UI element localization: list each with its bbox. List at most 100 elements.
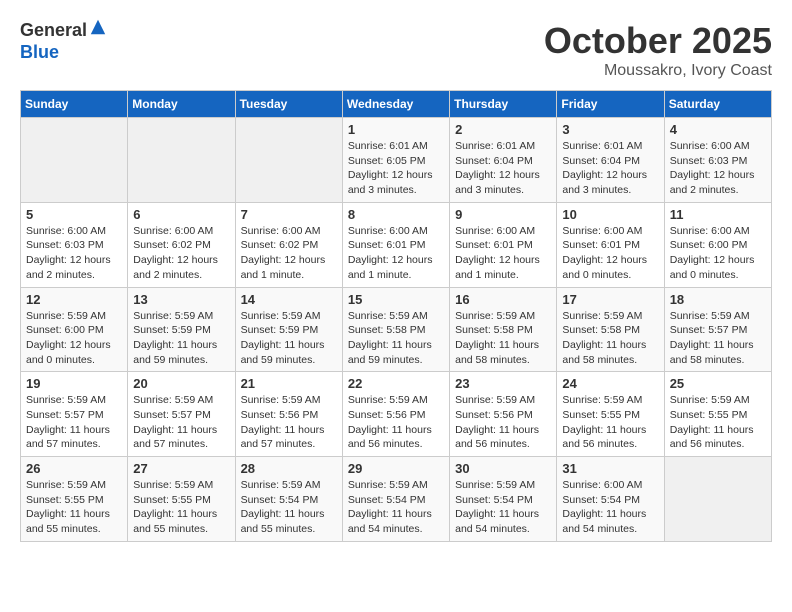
day-info: Sunrise: 5:59 AMSunset: 5:56 PMDaylight:… <box>241 393 337 452</box>
calendar-week-row: 26Sunrise: 5:59 AMSunset: 5:55 PMDayligh… <box>21 457 772 542</box>
day-info: Sunrise: 6:00 AMSunset: 5:54 PMDaylight:… <box>562 478 658 537</box>
calendar-cell <box>128 118 235 203</box>
day-number: 24 <box>562 376 658 391</box>
calendar-cell: 29 Sunrise: 5:59 AMSunset: 5:54 PMDayligh… <box>342 457 449 542</box>
day-info: Sunrise: 5:59 AMSunset: 5:56 PMDaylight:… <box>348 393 444 452</box>
weekday-header: Friday <box>557 91 664 118</box>
calendar-cell: 28Sunrise: 5:59 AMSunset: 5:54 PMDayligh… <box>235 457 342 542</box>
title-block: October 2025 Moussakro, Ivory Coast <box>544 20 772 80</box>
calendar-body: 1 Sunrise: 6:01 AMSunset: 6:05 PMDaylight… <box>21 118 772 542</box>
weekday-header: Monday <box>128 91 235 118</box>
day-number: 11 <box>670 207 766 222</box>
day-number: 16 <box>455 292 551 307</box>
day-info: Sunrise: 6:00 AMSunset: 6:00 PMDaylight:… <box>670 224 766 283</box>
calendar-cell <box>235 118 342 203</box>
day-info: Sunrise: 6:00 AMSunset: 6:01 PMDaylight:… <box>348 224 444 283</box>
logo-blue: Blue <box>20 42 59 62</box>
location-subtitle: Moussakro, Ivory Coast <box>544 62 772 80</box>
calendar-cell: 5 Sunrise: 6:00 AMSunset: 6:03 PMDaylight… <box>21 202 128 287</box>
day-number: 30 <box>455 461 551 476</box>
day-number: 12 <box>26 292 122 307</box>
month-title: October 2025 <box>544 20 772 62</box>
logo-general: General <box>20 20 87 40</box>
calendar-cell: 25 Sunrise: 5:59 AMSunset: 5:55 PMDayligh… <box>664 372 771 457</box>
day-info: Sunrise: 6:00 AMSunset: 6:02 PMDaylight:… <box>241 224 337 283</box>
day-number: 21 <box>241 376 337 391</box>
calendar-cell: 1 Sunrise: 6:01 AMSunset: 6:05 PMDaylight… <box>342 118 449 203</box>
day-info: Sunrise: 6:00 AMSunset: 6:01 PMDaylight:… <box>455 224 551 283</box>
calendar-cell: 27 Sunrise: 5:59 AMSunset: 5:55 PMDayligh… <box>128 457 235 542</box>
calendar-cell <box>21 118 128 203</box>
day-number: 4 <box>670 122 766 137</box>
calendar-cell: 18 Sunrise: 5:59 AMSunset: 5:57 PMDayligh… <box>664 287 771 372</box>
calendar-week-row: 1 Sunrise: 6:01 AMSunset: 6:05 PMDaylight… <box>21 118 772 203</box>
day-info: Sunrise: 5:59 AMSunset: 5:58 PMDaylight:… <box>348 309 444 368</box>
calendar-cell: 11 Sunrise: 6:00 AMSunset: 6:00 PMDayligh… <box>664 202 771 287</box>
calendar-cell: 8 Sunrise: 6:00 AMSunset: 6:01 PMDaylight… <box>342 202 449 287</box>
day-info: Sunrise: 5:59 AMSunset: 5:58 PMDaylight:… <box>562 309 658 368</box>
day-info: Sunrise: 5:59 AMSunset: 6:00 PMDaylight:… <box>26 309 122 368</box>
day-number: 9 <box>455 207 551 222</box>
day-number: 15 <box>348 292 444 307</box>
calendar-cell: 9 Sunrise: 6:00 AMSunset: 6:01 PMDaylight… <box>450 202 557 287</box>
day-info: Sunrise: 5:59 AMSunset: 5:54 PMDaylight:… <box>348 478 444 537</box>
calendar-cell: 23 Sunrise: 5:59 AMSunset: 5:56 PMDayligh… <box>450 372 557 457</box>
day-info: Sunrise: 6:00 AMSunset: 6:01 PMDaylight:… <box>562 224 658 283</box>
day-number: 29 <box>348 461 444 476</box>
calendar-cell: 10 Sunrise: 6:00 AMSunset: 6:01 PMDayligh… <box>557 202 664 287</box>
day-number: 1 <box>348 122 444 137</box>
calendar-cell: 16Sunrise: 5:59 AMSunset: 5:58 PMDayligh… <box>450 287 557 372</box>
day-number: 31 <box>562 461 658 476</box>
weekday-header: Tuesday <box>235 91 342 118</box>
day-number: 18 <box>670 292 766 307</box>
weekday-header: Wednesday <box>342 91 449 118</box>
calendar-cell: 20 Sunrise: 5:59 AMSunset: 5:57 PMDayligh… <box>128 372 235 457</box>
day-number: 2 <box>455 122 551 137</box>
day-number: 5 <box>26 207 122 222</box>
calendar-cell: 22Sunrise: 5:59 AMSunset: 5:56 PMDayligh… <box>342 372 449 457</box>
calendar-week-row: 5 Sunrise: 6:00 AMSunset: 6:03 PMDaylight… <box>21 202 772 287</box>
day-number: 25 <box>670 376 766 391</box>
day-info: Sunrise: 5:59 AMSunset: 5:54 PMDaylight:… <box>241 478 337 537</box>
logo: General Blue <box>20 20 107 63</box>
day-info: Sunrise: 6:01 AMSunset: 6:05 PMDaylight:… <box>348 139 444 198</box>
day-info: Sunrise: 5:59 AMSunset: 5:57 PMDaylight:… <box>26 393 122 452</box>
calendar-cell: 21 Sunrise: 5:59 AMSunset: 5:56 PMDayligh… <box>235 372 342 457</box>
calendar-week-row: 19 Sunrise: 5:59 AMSunset: 5:57 PMDayligh… <box>21 372 772 457</box>
calendar-cell: 2 Sunrise: 6:01 AMSunset: 6:04 PMDaylight… <box>450 118 557 203</box>
day-number: 23 <box>455 376 551 391</box>
calendar-cell: 7Sunrise: 6:00 AMSunset: 6:02 PMDaylight… <box>235 202 342 287</box>
calendar-cell: 30Sunrise: 5:59 AMSunset: 5:54 PMDayligh… <box>450 457 557 542</box>
calendar-cell <box>664 457 771 542</box>
calendar-cell: 17Sunrise: 5:59 AMSunset: 5:58 PMDayligh… <box>557 287 664 372</box>
day-info: Sunrise: 5:59 AMSunset: 5:56 PMDaylight:… <box>455 393 551 452</box>
day-info: Sunrise: 6:01 AMSunset: 6:04 PMDaylight:… <box>455 139 551 198</box>
day-info: Sunrise: 6:00 AMSunset: 6:03 PMDaylight:… <box>670 139 766 198</box>
calendar-cell: 14Sunrise: 5:59 AMSunset: 5:59 PMDayligh… <box>235 287 342 372</box>
page-header: General Blue October 2025 Moussakro, Ivo… <box>20 20 772 80</box>
calendar-cell: 24Sunrise: 5:59 AMSunset: 5:55 PMDayligh… <box>557 372 664 457</box>
day-number: 8 <box>348 207 444 222</box>
day-number: 13 <box>133 292 229 307</box>
weekday-header: Saturday <box>664 91 771 118</box>
day-number: 19 <box>26 376 122 391</box>
day-info: Sunrise: 5:59 AMSunset: 5:55 PMDaylight:… <box>133 478 229 537</box>
day-info: Sunrise: 6:00 AMSunset: 6:03 PMDaylight:… <box>26 224 122 283</box>
day-number: 3 <box>562 122 658 137</box>
day-info: Sunrise: 5:59 AMSunset: 5:57 PMDaylight:… <box>133 393 229 452</box>
calendar-cell: 15 Sunrise: 5:59 AMSunset: 5:58 PMDayligh… <box>342 287 449 372</box>
day-info: Sunrise: 5:59 AMSunset: 5:55 PMDaylight:… <box>670 393 766 452</box>
day-info: Sunrise: 6:01 AMSunset: 6:04 PMDaylight:… <box>562 139 658 198</box>
day-info: Sunrise: 6:00 AMSunset: 6:02 PMDaylight:… <box>133 224 229 283</box>
weekday-header: Sunday <box>21 91 128 118</box>
day-number: 10 <box>562 207 658 222</box>
calendar-cell: 3 Sunrise: 6:01 AMSunset: 6:04 PMDaylight… <box>557 118 664 203</box>
day-info: Sunrise: 5:59 AMSunset: 5:57 PMDaylight:… <box>670 309 766 368</box>
calendar-cell: 26Sunrise: 5:59 AMSunset: 5:55 PMDayligh… <box>21 457 128 542</box>
calendar-week-row: 12 Sunrise: 5:59 AMSunset: 6:00 PMDayligh… <box>21 287 772 372</box>
day-info: Sunrise: 5:59 AMSunset: 5:55 PMDaylight:… <box>26 478 122 537</box>
day-number: 20 <box>133 376 229 391</box>
logo-icon <box>89 18 107 36</box>
day-number: 27 <box>133 461 229 476</box>
day-info: Sunrise: 5:59 AMSunset: 5:59 PMDaylight:… <box>133 309 229 368</box>
